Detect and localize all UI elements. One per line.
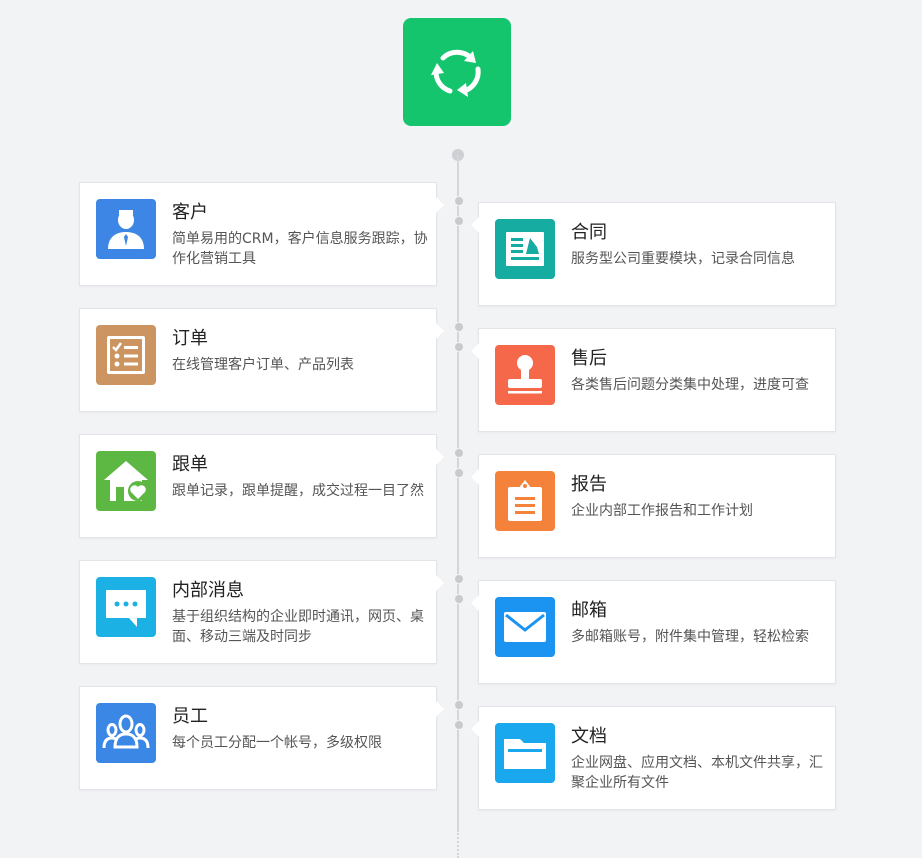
feature-description: 企业网盘、应用文档、本机文件共享，汇聚企业所有文件 (571, 755, 823, 791)
feature-title: 客户 (172, 202, 208, 223)
feature-description: 每个员工分配一个帐号，多级权限 (172, 735, 382, 751)
report-clipboard-icon (495, 471, 555, 531)
feature-card-docs[interactable]: 文档 企业网盘、应用文档、本机文件共享，汇聚企业所有文件 (471, 706, 836, 810)
followup-house-heart-icon (96, 451, 156, 511)
aftersale-stamp-icon (495, 345, 555, 405)
mail-envelope-icon (495, 597, 555, 657)
feature-card-mail[interactable]: 邮箱 多邮箱账号，附件集中管理，轻松检索 (471, 580, 836, 684)
feature-description: 各类售后问题分类集中处理，进度可查 (571, 377, 809, 393)
feature-description: 在线管理客户订单、产品列表 (172, 357, 354, 373)
feature-title: 跟单 (172, 454, 208, 475)
feature-card-followup[interactable]: 跟单 跟单记录，跟单提醒，成交过程一目了然 (79, 434, 444, 538)
message-bubble-icon (96, 577, 156, 637)
timeline-dot (454, 720, 464, 730)
feature-description: 跟单记录，跟单提醒，成交过程一目了然 (172, 483, 424, 499)
refresh-cycle-icon (431, 49, 481, 97)
feature-description: 基于组织结构的企业即时通讯，网页、桌面、移动三端及时同步 (172, 609, 424, 645)
order-checklist-icon (96, 325, 156, 385)
feature-description: 服务型公司重要模块，记录合同信息 (571, 251, 795, 267)
feature-card-aftersale[interactable]: 售后 各类售后问题分类集中处理，进度可查 (471, 328, 836, 432)
docs-folder-icon (495, 723, 555, 783)
timeline-dot (454, 468, 464, 478)
feature-card-message[interactable]: 内部消息 基于组织结构的企业即时通讯，网页、桌面、移动三端及时同步 (79, 560, 444, 664)
feature-description: 简单易用的CRM，客户信息服务跟踪，协作化营销工具 (172, 231, 428, 267)
timeline-dot (454, 574, 464, 584)
app-logo (403, 18, 511, 126)
feature-description: 企业内部工作报告和工作计划 (571, 503, 753, 519)
timeline-dot (454, 594, 464, 604)
feature-card-customer[interactable]: 客户 简单易用的CRM，客户信息服务跟踪，协作化营销工具 (79, 182, 444, 286)
feature-title: 报告 (571, 474, 607, 495)
feature-title: 员工 (172, 706, 208, 727)
feature-title: 邮箱 (571, 600, 607, 621)
feature-title: 文档 (571, 726, 607, 747)
feature-card-staff[interactable]: 员工 每个员工分配一个帐号，多级权限 (79, 686, 444, 790)
timeline-tail (457, 830, 459, 858)
feature-description: 多邮箱账号，附件集中管理，轻松检索 (571, 629, 809, 645)
staff-group-icon (96, 703, 156, 763)
timeline-dot (454, 216, 464, 226)
feature-title: 售后 (571, 348, 607, 369)
feature-title: 订单 (172, 328, 208, 349)
feature-title: 内部消息 (172, 580, 244, 601)
timeline-dot (454, 448, 464, 458)
feature-card-order[interactable]: 订单 在线管理客户订单、产品列表 (79, 308, 444, 412)
timeline-dot (454, 700, 464, 710)
timeline-dot (454, 342, 464, 352)
feature-card-report[interactable]: 报告 企业内部工作报告和工作计划 (471, 454, 836, 558)
feature-card-contract[interactable]: 合同 服务型公司重要模块，记录合同信息 (471, 202, 836, 306)
timeline-dot (454, 322, 464, 332)
feature-title: 合同 (571, 222, 607, 243)
contract-document-icon (495, 219, 555, 279)
customer-person-icon (96, 199, 156, 259)
timeline-dot (454, 196, 464, 206)
